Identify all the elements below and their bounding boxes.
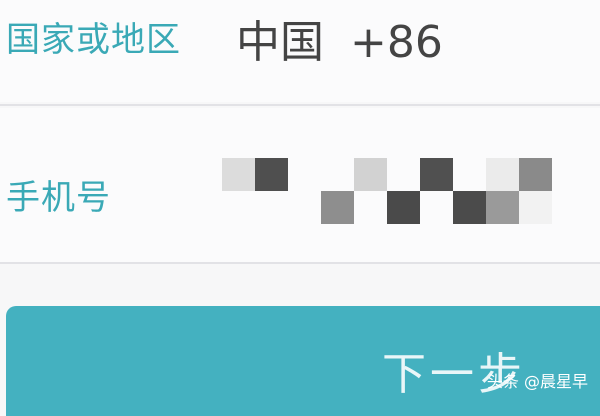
country-code: +86	[350, 17, 443, 68]
pixelated-block	[486, 191, 519, 224]
divider	[0, 262, 600, 264]
pixelated-block	[453, 191, 486, 224]
pixelated-block	[255, 158, 288, 191]
pixelated-block	[486, 158, 519, 191]
country-name: 中国	[236, 17, 324, 68]
pixelated-block	[321, 191, 354, 224]
pixelated-block	[420, 158, 453, 191]
pixelated-block	[387, 191, 420, 224]
pixelated-block	[519, 191, 552, 224]
watermark: 头条 @晨星早	[486, 372, 588, 391]
country-value[interactable]: 中国 +86	[236, 6, 443, 70]
country-label: 国家或地区	[6, 20, 181, 60]
phone-label: 手机号	[6, 178, 111, 218]
pixelated-block	[519, 158, 552, 191]
divider	[0, 104, 600, 106]
phone-number-input[interactable]	[222, 158, 552, 228]
pixelated-block	[354, 158, 387, 191]
pixelated-block	[222, 158, 255, 191]
country-row[interactable]: 国家或地区 中国 +86	[0, 0, 600, 102]
